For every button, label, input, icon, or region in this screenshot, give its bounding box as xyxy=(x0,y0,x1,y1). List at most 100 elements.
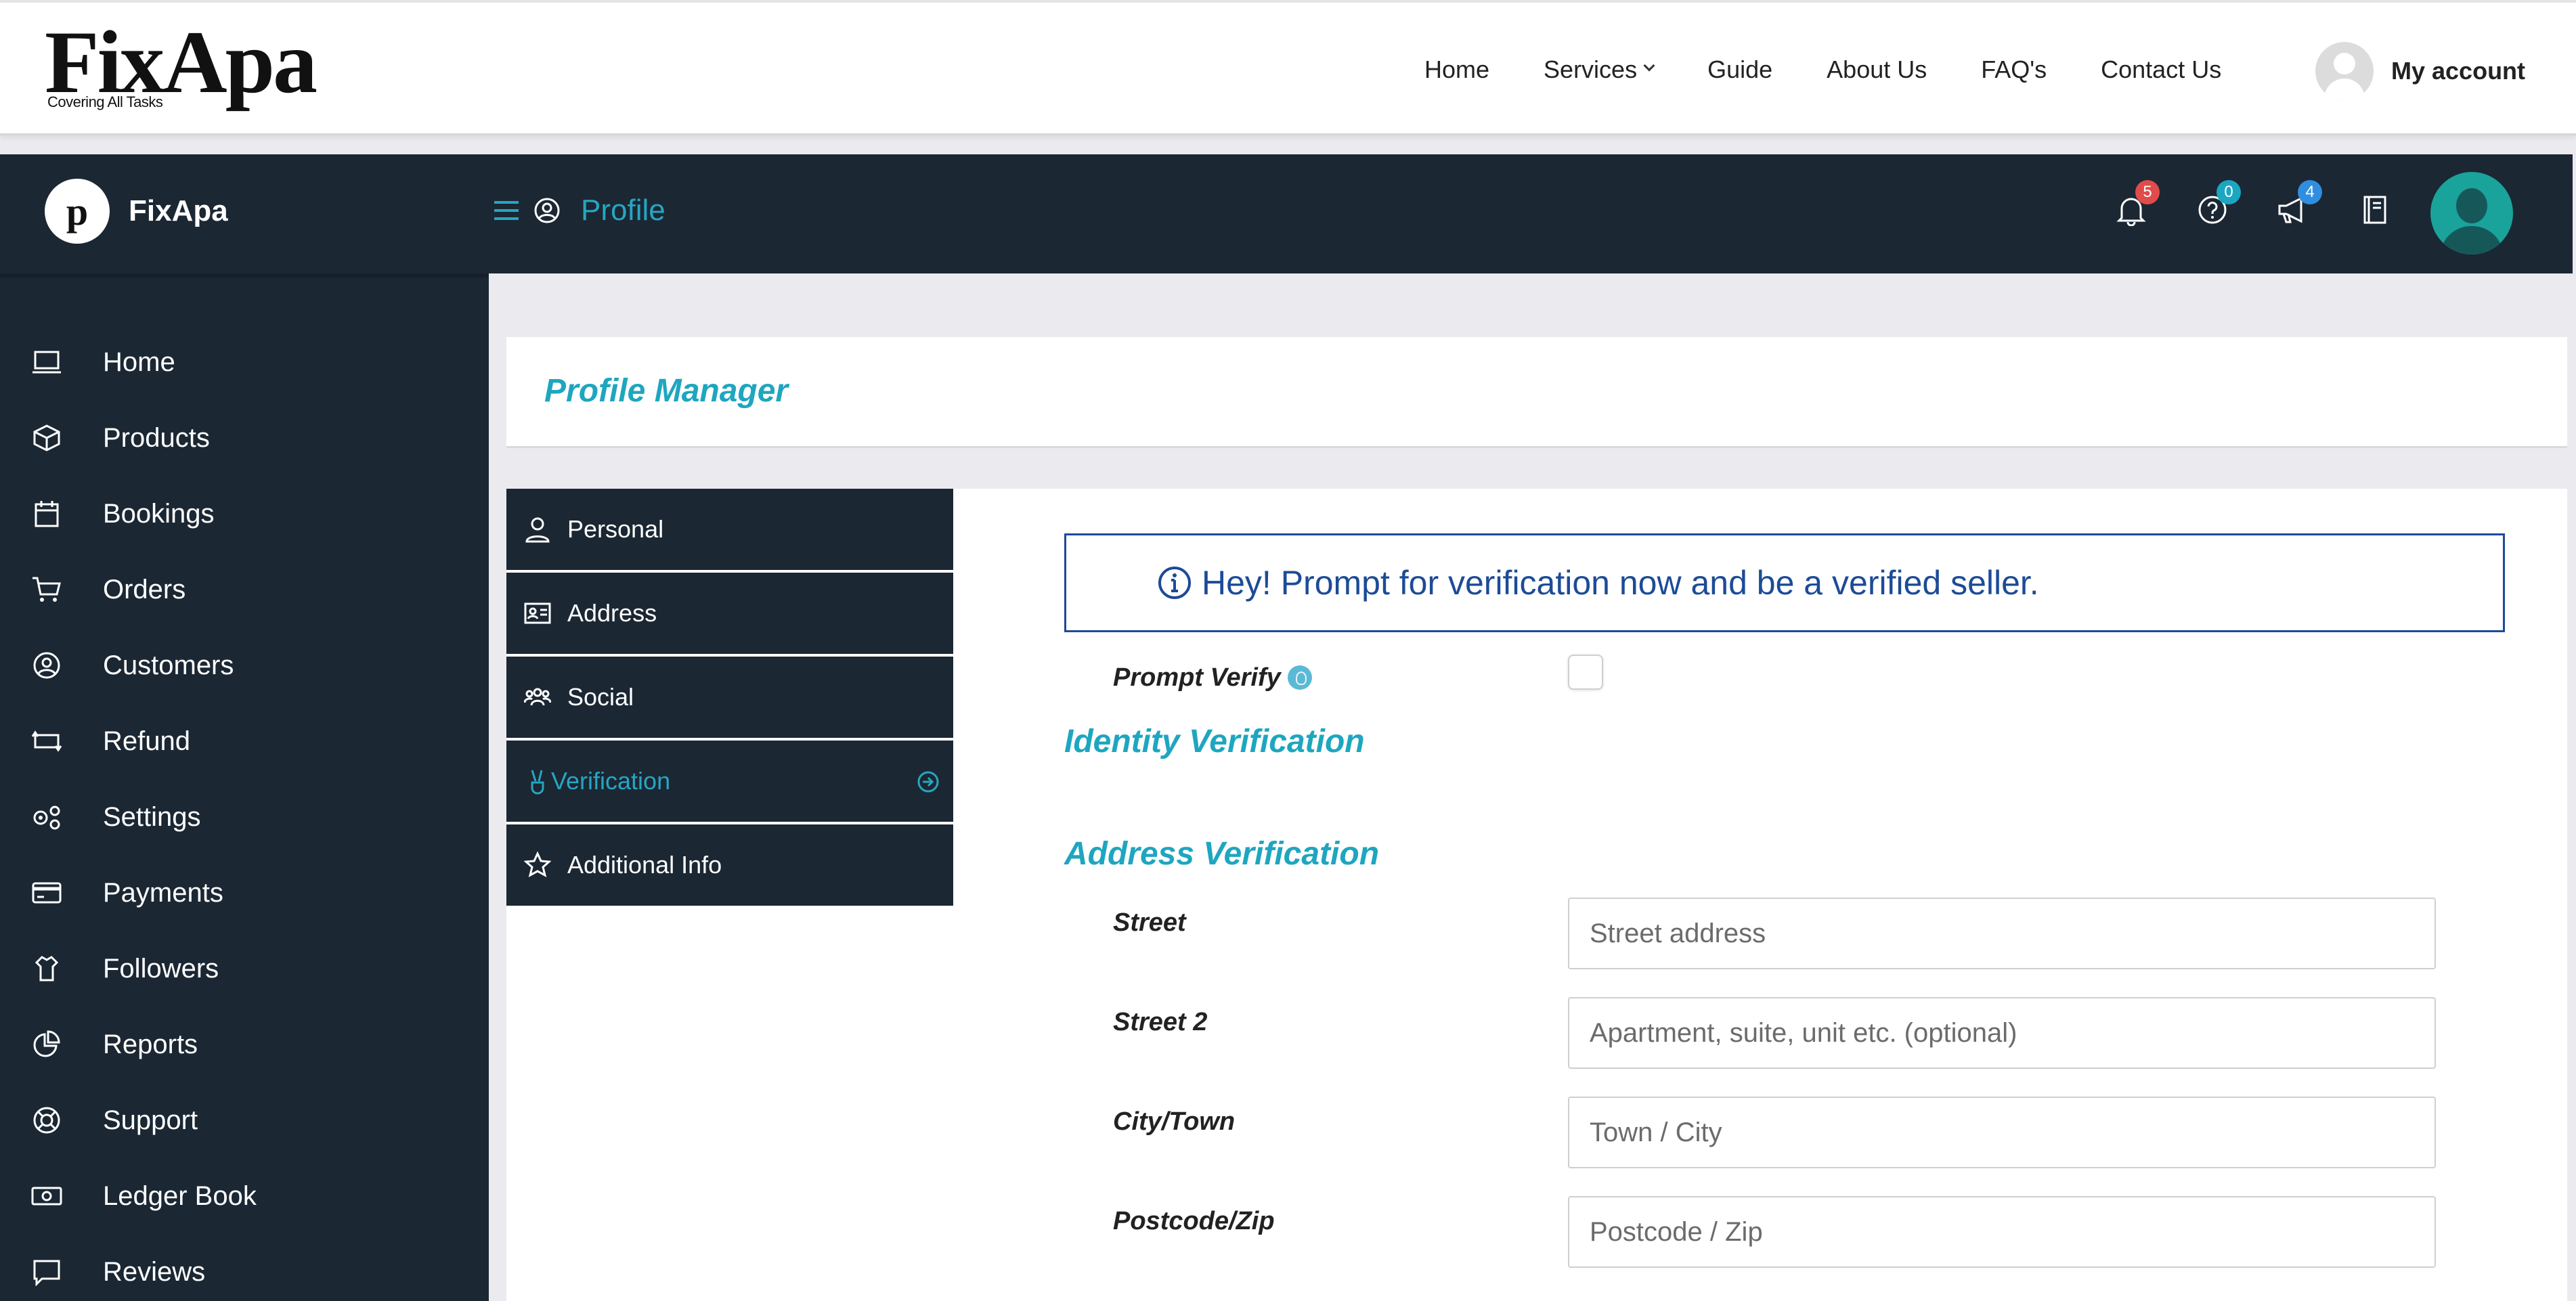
book-icon xyxy=(2363,196,2386,224)
tab-label: Additional Info xyxy=(567,851,722,879)
sidebar-item-reports[interactable]: Reports xyxy=(0,1014,489,1075)
nav-contact-us[interactable]: Contact Us xyxy=(2101,56,2221,84)
page-title: Profile xyxy=(581,194,665,227)
peace-hand-icon xyxy=(531,770,544,795)
help-bulb-icon[interactable] xyxy=(1287,665,1312,690)
header-actions: 5 0 4 xyxy=(2112,180,2437,229)
users-icon xyxy=(524,688,551,706)
user-avatar[interactable] xyxy=(2430,172,2513,255)
site-nav: Home Services Guide About Us FAQ's Conta… xyxy=(1424,56,2221,84)
tab-label: Address xyxy=(567,599,657,627)
sidebar-item-label: Ledger Book xyxy=(103,1181,257,1211)
sidebar-item-label: Refund xyxy=(103,726,190,756)
sidebar-item-label: Bookings xyxy=(103,498,215,529)
sidebar-item-ledger-book[interactable]: Ledger Book xyxy=(0,1166,489,1227)
prompt-verify-text: Prompt Verify xyxy=(1113,663,1281,692)
address-verification-title: Address Verification xyxy=(1064,836,1380,872)
brand-name: FixApa xyxy=(129,194,228,227)
nav-home[interactable]: Home xyxy=(1424,56,1489,84)
sidebar-item-label: Products xyxy=(103,422,210,453)
followers-icon xyxy=(35,956,59,982)
notifications-button[interactable]: 5 xyxy=(2112,180,2160,229)
sidebar-item-label: Reports xyxy=(103,1029,198,1059)
sidebar-item-label: Settings xyxy=(103,801,201,832)
city-town-input[interactable] xyxy=(1568,1097,2436,1168)
comment-icon xyxy=(33,1260,60,1286)
lifebuoy-icon xyxy=(33,1107,60,1134)
notifications-badge: 5 xyxy=(2135,180,2160,204)
tab-social[interactable]: Social xyxy=(506,657,953,741)
address-card-icon xyxy=(524,602,551,624)
arrow-circle-right-icon xyxy=(917,771,939,793)
sidebar-item-settings[interactable]: Settings xyxy=(0,787,489,847)
profile-manager-title: Profile Manager xyxy=(544,373,789,409)
nav-faqs[interactable]: FAQ's xyxy=(1981,56,2047,84)
street-label: Street xyxy=(1113,908,1186,937)
prompt-verify-label: Prompt Verify xyxy=(1113,663,1312,692)
my-account-link[interactable]: My account xyxy=(2315,42,2525,100)
sidebar-item-payments[interactable]: Payments xyxy=(0,862,489,923)
chevron-down-icon[interactable] xyxy=(1643,60,1655,72)
cart-icon xyxy=(32,577,61,602)
nav-guide[interactable]: Guide xyxy=(1707,56,1772,84)
profile-tabs: Personal Address Social Verification Add… xyxy=(506,489,953,908)
gears-icon xyxy=(33,806,60,830)
sidebar-item-support[interactable]: Support xyxy=(0,1090,489,1151)
sidebar-item-followers[interactable]: Followers xyxy=(0,938,489,999)
nav-services[interactable]: Services xyxy=(1544,56,1637,84)
profile-form-card: Personal Address Social Verification Add… xyxy=(506,489,2567,1301)
sidebar-item-products[interactable]: Products xyxy=(0,407,489,468)
money-icon xyxy=(31,1187,62,1206)
info-icon xyxy=(1158,567,1191,599)
verification-notice: Hey! Prompt for verification now and be … xyxy=(1064,533,2505,632)
credit-card-icon xyxy=(32,882,62,904)
sidebar-item-orders[interactable]: Orders xyxy=(0,559,489,620)
site-header: FixApa Covering All Tasks Home Services … xyxy=(0,0,2576,135)
pie-chart-icon xyxy=(33,1030,60,1057)
sidebar-item-label: Home xyxy=(103,347,175,377)
help-badge: 0 xyxy=(2217,180,2241,204)
sidebar-item-bookings[interactable]: Bookings xyxy=(0,483,489,544)
knowledgebase-button[interactable] xyxy=(2356,191,2394,229)
postcode-zip-label: Postcode/Zip xyxy=(1113,1207,1275,1235)
sidebar-item-refund[interactable]: Refund xyxy=(0,711,489,772)
sidebar-item-label: Payments xyxy=(103,877,223,908)
help-button[interactable]: 0 xyxy=(2193,180,2241,229)
brand-logo: p xyxy=(45,179,110,244)
tab-additional-info[interactable]: Additional Info xyxy=(506,824,953,908)
laptop-icon xyxy=(32,351,61,374)
user-circle-icon xyxy=(33,652,60,679)
city-town-label: City/Town xyxy=(1113,1107,1236,1136)
main-content: Profile Manager Personal Address Social … xyxy=(489,273,2573,1301)
sidebar-item-label: Support xyxy=(103,1105,198,1135)
calendar-icon xyxy=(35,501,59,527)
postcode-zip-input[interactable] xyxy=(1568,1196,2436,1268)
box-icon xyxy=(33,424,60,451)
dashboard-header: p FixApa Profile 5 0 4 xyxy=(0,154,2573,273)
sidebar-item-label: Reviews xyxy=(103,1256,206,1287)
tab-address[interactable]: Address xyxy=(506,573,953,657)
sidebar-item-label: Followers xyxy=(103,953,219,984)
profile-manager-header: Profile Manager xyxy=(506,337,2567,448)
prompt-verify-checkbox[interactable] xyxy=(1568,655,1603,690)
dashboard-brand[interactable]: p FixApa xyxy=(45,179,228,244)
tab-verification[interactable]: Verification xyxy=(506,741,953,824)
nav-about-us[interactable]: About Us xyxy=(1827,56,1927,84)
page-breadcrumb: Profile xyxy=(494,194,665,227)
announcements-button[interactable]: 4 xyxy=(2275,180,2322,229)
hamburger-menu-icon[interactable] xyxy=(494,201,519,220)
my-account-label: My account xyxy=(2391,57,2526,85)
street-2-label: Street 2 xyxy=(1113,1008,1208,1036)
sidebar-item-label: Orders xyxy=(103,574,186,604)
user-circle-icon xyxy=(534,198,560,223)
tab-personal[interactable]: Personal xyxy=(506,489,953,573)
account-avatar-icon xyxy=(2315,42,2374,100)
sidebar-item-home[interactable]: Home xyxy=(0,332,489,393)
sidebar-item-customers[interactable]: Customers xyxy=(0,635,489,696)
street-2-input[interactable] xyxy=(1568,997,2436,1069)
refund-icon xyxy=(31,730,62,752)
notice-message: Hey! Prompt for verification now and be … xyxy=(1202,564,2039,602)
sidebar-item-reviews[interactable]: Reviews xyxy=(0,1241,489,1301)
fixapa-logo[interactable]: FixApa Covering All Tasks xyxy=(45,18,336,119)
street-input[interactable] xyxy=(1568,898,2436,969)
